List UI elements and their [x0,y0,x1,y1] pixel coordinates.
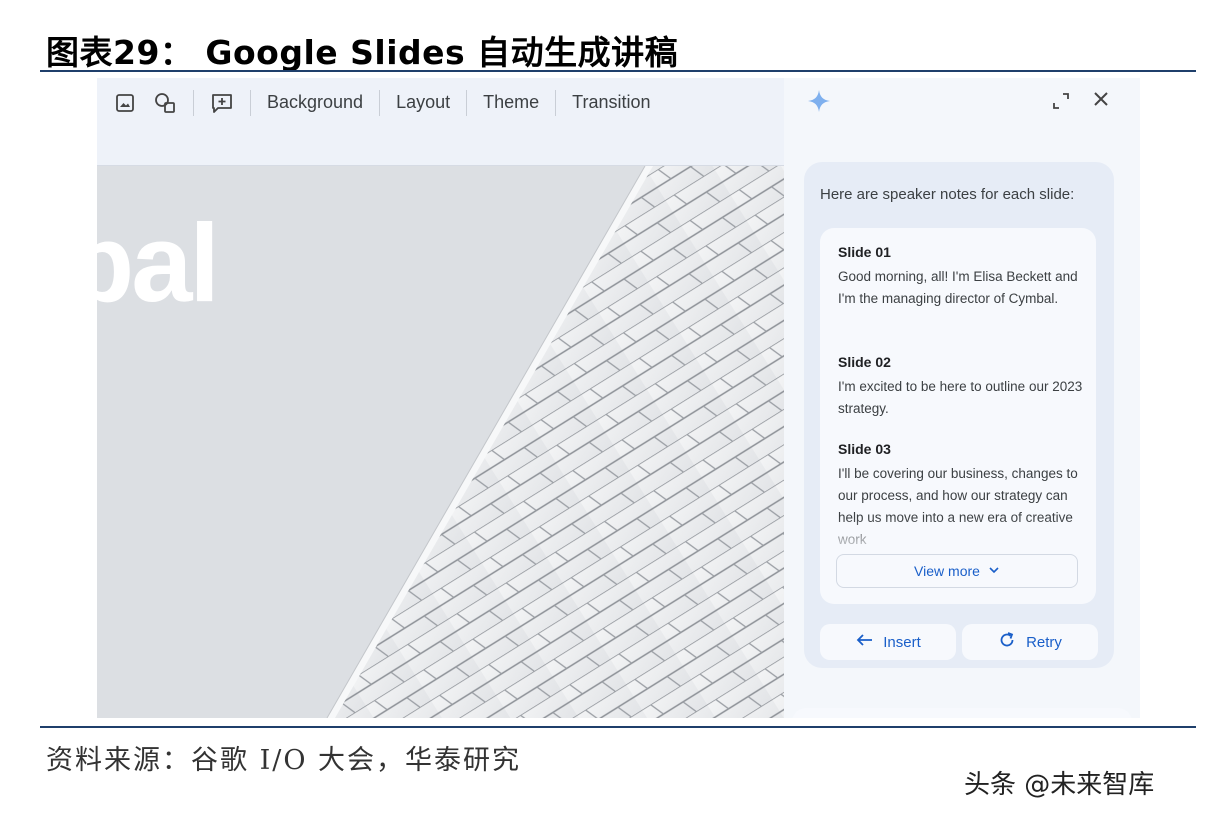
transition-button[interactable]: Transition [564,92,658,113]
toolbar-divider [466,89,468,116]
view-more-label: View more [914,563,980,579]
view-more-button[interactable]: View more [836,554,1078,588]
sparkle-icon [806,88,832,114]
close-icon[interactable] [1090,88,1112,110]
note-title: Slide 03 [838,441,891,457]
retry-button[interactable]: Retry [962,624,1098,660]
shapes-icon[interactable] [153,91,177,115]
response-intro: Here are speaker notes for each slide: [820,186,1075,203]
panel-header [784,78,1140,134]
toolbar-divider [193,89,194,116]
slide-title-text: bal [97,202,220,325]
note-item: Slide 02 I'm excited to be here to outli… [838,354,1086,420]
watermark: 头条 @未来智库 [964,770,1155,800]
note-body: I'm excited to be here to outline our 20… [838,379,1083,416]
add-comment-icon[interactable] [210,91,234,115]
speaker-notes-card: Slide 01 Good morning, all! I'm Elisa Be… [820,228,1096,604]
figure-title: 图表29： Google Slides 自动生成讲稿 [46,33,679,72]
arrow-left-icon [855,633,873,651]
bottom-rule [40,726,1196,728]
note-title: Slide 01 [838,244,891,260]
speaker-notes-response: Here are speaker notes for each slide: S… [804,162,1114,668]
expand-icon[interactable] [1050,90,1072,112]
background-button[interactable]: Background [259,92,371,113]
theme-button[interactable]: Theme [475,92,547,113]
chevron-down-icon [988,563,1000,579]
toolbar-divider [379,89,381,116]
retry-label: Retry [1026,633,1062,651]
note-item: Slide 01 Good morning, all! I'm Elisa Be… [838,244,1086,310]
toolbar-divider [250,89,251,116]
note-body: Good morning, all! I'm Elisa Beckett and… [838,269,1078,306]
note-title: Slide 02 [838,354,891,370]
gemini-side-panel: Here are speaker notes for each slide: S… [784,78,1140,718]
insert-button[interactable]: Insert [820,624,956,660]
source-note: 资料来源：谷歌 I/O 大会，华泰研究 [46,745,522,776]
layout-button[interactable]: Layout [388,92,458,113]
slides-toolbar: Background Layout Theme Transition [97,78,784,166]
response-actions: Insert Retry [820,624,1098,660]
top-rule [40,70,1196,72]
insert-label: Insert [883,633,921,651]
slide-canvas[interactable]: bal [97,166,784,718]
toolbar-divider [555,89,557,116]
image-icon[interactable] [113,91,137,115]
prompt-area[interactable] [792,708,1132,718]
text-fade [820,518,1096,558]
screenshot: Background Layout Theme Transition bal H… [97,78,1140,718]
refresh-icon [998,631,1016,653]
